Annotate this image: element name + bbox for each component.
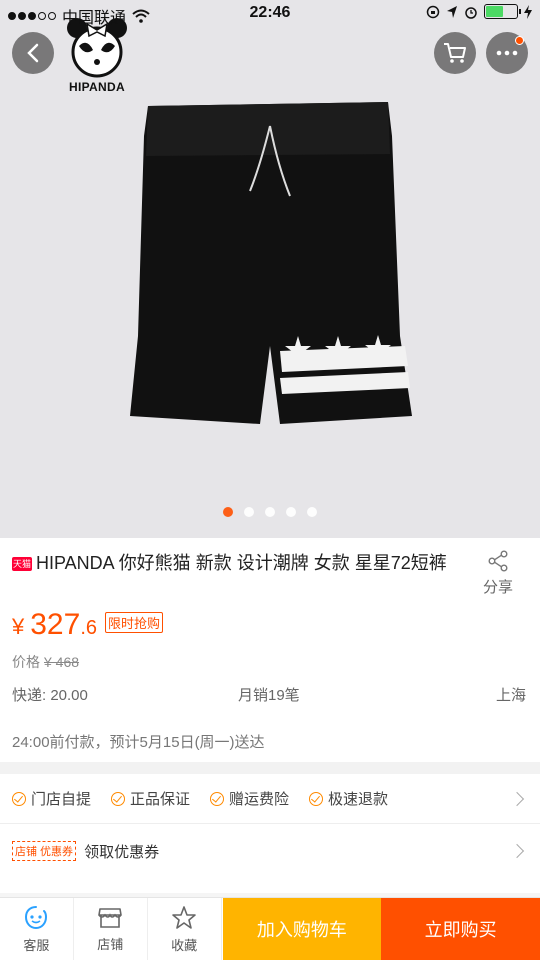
coupon-label: 领取优惠券 (84, 843, 160, 861)
share-button[interactable]: 分享 (478, 550, 518, 597)
shop-label: 店铺 (97, 936, 124, 952)
shipping-fee: 快递: 20.00 (12, 687, 88, 704)
price-integer: 327 (30, 608, 81, 641)
buy-now-button[interactable]: 立即购买 (381, 898, 540, 960)
guarantee-item: 赠运费险 (210, 788, 289, 809)
delivery-estimate: 24:00前付款，预计5月15日(周一)送达 (12, 734, 265, 751)
brand-name: HIPANDA (69, 80, 125, 94)
original-price: 价格 ¥ 468 (12, 652, 79, 672)
battery-icon (484, 4, 521, 19)
charging-icon (524, 4, 532, 19)
status-bar: 中国联通 22:46 (0, 0, 540, 28)
guarantee-item: 极速退款 (309, 788, 388, 809)
location-icon (447, 5, 457, 18)
alarm-icon (465, 6, 477, 19)
product-title: 天猫 HIPANDA 你好熊猫 新款 设计潮牌 女款 星星72短裤 (12, 552, 460, 575)
meta-row: 快递: 20.00 月销19笔 上海 (12, 684, 526, 705)
cart-icon (444, 43, 466, 63)
chevron-right-icon (509, 843, 525, 859)
more-button[interactable] (486, 32, 528, 74)
check-circle-icon (12, 791, 26, 806)
price: ¥ 327 .6 限时抢购 (12, 608, 164, 642)
favorite-button[interactable]: 收藏 (148, 898, 222, 960)
check-circle-icon (210, 791, 225, 806)
monthly-sales: 月销19笔 (238, 687, 300, 704)
star-icon (172, 905, 196, 929)
slide-dot[interactable] (223, 507, 233, 517)
limited-sale-tag: 限时抢购 (105, 612, 164, 633)
cart-button[interactable] (434, 32, 476, 74)
customer-service-button[interactable]: 客服 (0, 898, 74, 960)
add-to-cart-button[interactable]: 加入购物车 (222, 898, 382, 960)
customer-service-icon (25, 905, 48, 929)
guarantee-item: 门店自提 (12, 788, 91, 809)
section-divider (0, 762, 540, 774)
slide-indicator (0, 507, 540, 517)
ship-from-location: 上海 (495, 687, 526, 704)
shop-coupon-tag: 店铺 优惠券 (12, 841, 77, 861)
back-button[interactable] (12, 32, 54, 74)
shop-icon (98, 907, 123, 928)
bottom-action-bar: 客服 店铺 收藏 加入购物车 立即购买 (0, 897, 540, 960)
slide-dot[interactable] (286, 507, 296, 517)
chevron-right-icon (509, 791, 525, 806)
shop-button[interactable]: 店铺 (74, 898, 148, 960)
original-price-label: 价格 (12, 654, 40, 670)
favorite-label: 收藏 (171, 937, 198, 953)
check-circle-icon (309, 791, 324, 806)
check-circle-icon (111, 791, 126, 806)
more-dots-icon (496, 50, 518, 56)
slide-dot[interactable] (244, 507, 254, 517)
tmall-badge: 天猫 (12, 557, 32, 571)
slide-dot[interactable] (307, 507, 317, 517)
share-label: 分享 (482, 579, 513, 596)
slide-dot[interactable] (265, 507, 275, 517)
product-image-gallery[interactable]: HIPANDA (0, 0, 540, 538)
rotation-lock-icon (426, 5, 440, 18)
notification-dot (515, 36, 524, 45)
original-price-value: ¥ 468 (44, 654, 80, 670)
share-icon (488, 550, 508, 572)
customer-service-label: 客服 (23, 937, 50, 953)
coupon-row[interactable]: 店铺 优惠券 领取优惠券 (0, 825, 540, 877)
product-title-text: HIPANDA 你好熊猫 新款 设计潮牌 女款 星星72短裤 (36, 553, 447, 573)
guarantee-item: 正品保证 (111, 788, 190, 809)
product-image (130, 102, 412, 424)
price-decimal: .6 (80, 617, 97, 639)
service-guarantees[interactable]: 门店自提 正品保证 赠运费险 极速退款 (0, 774, 540, 824)
chevron-left-icon (27, 43, 39, 63)
brand-logo: HIPANDA (62, 16, 132, 96)
price-currency: ¥ (12, 614, 25, 639)
